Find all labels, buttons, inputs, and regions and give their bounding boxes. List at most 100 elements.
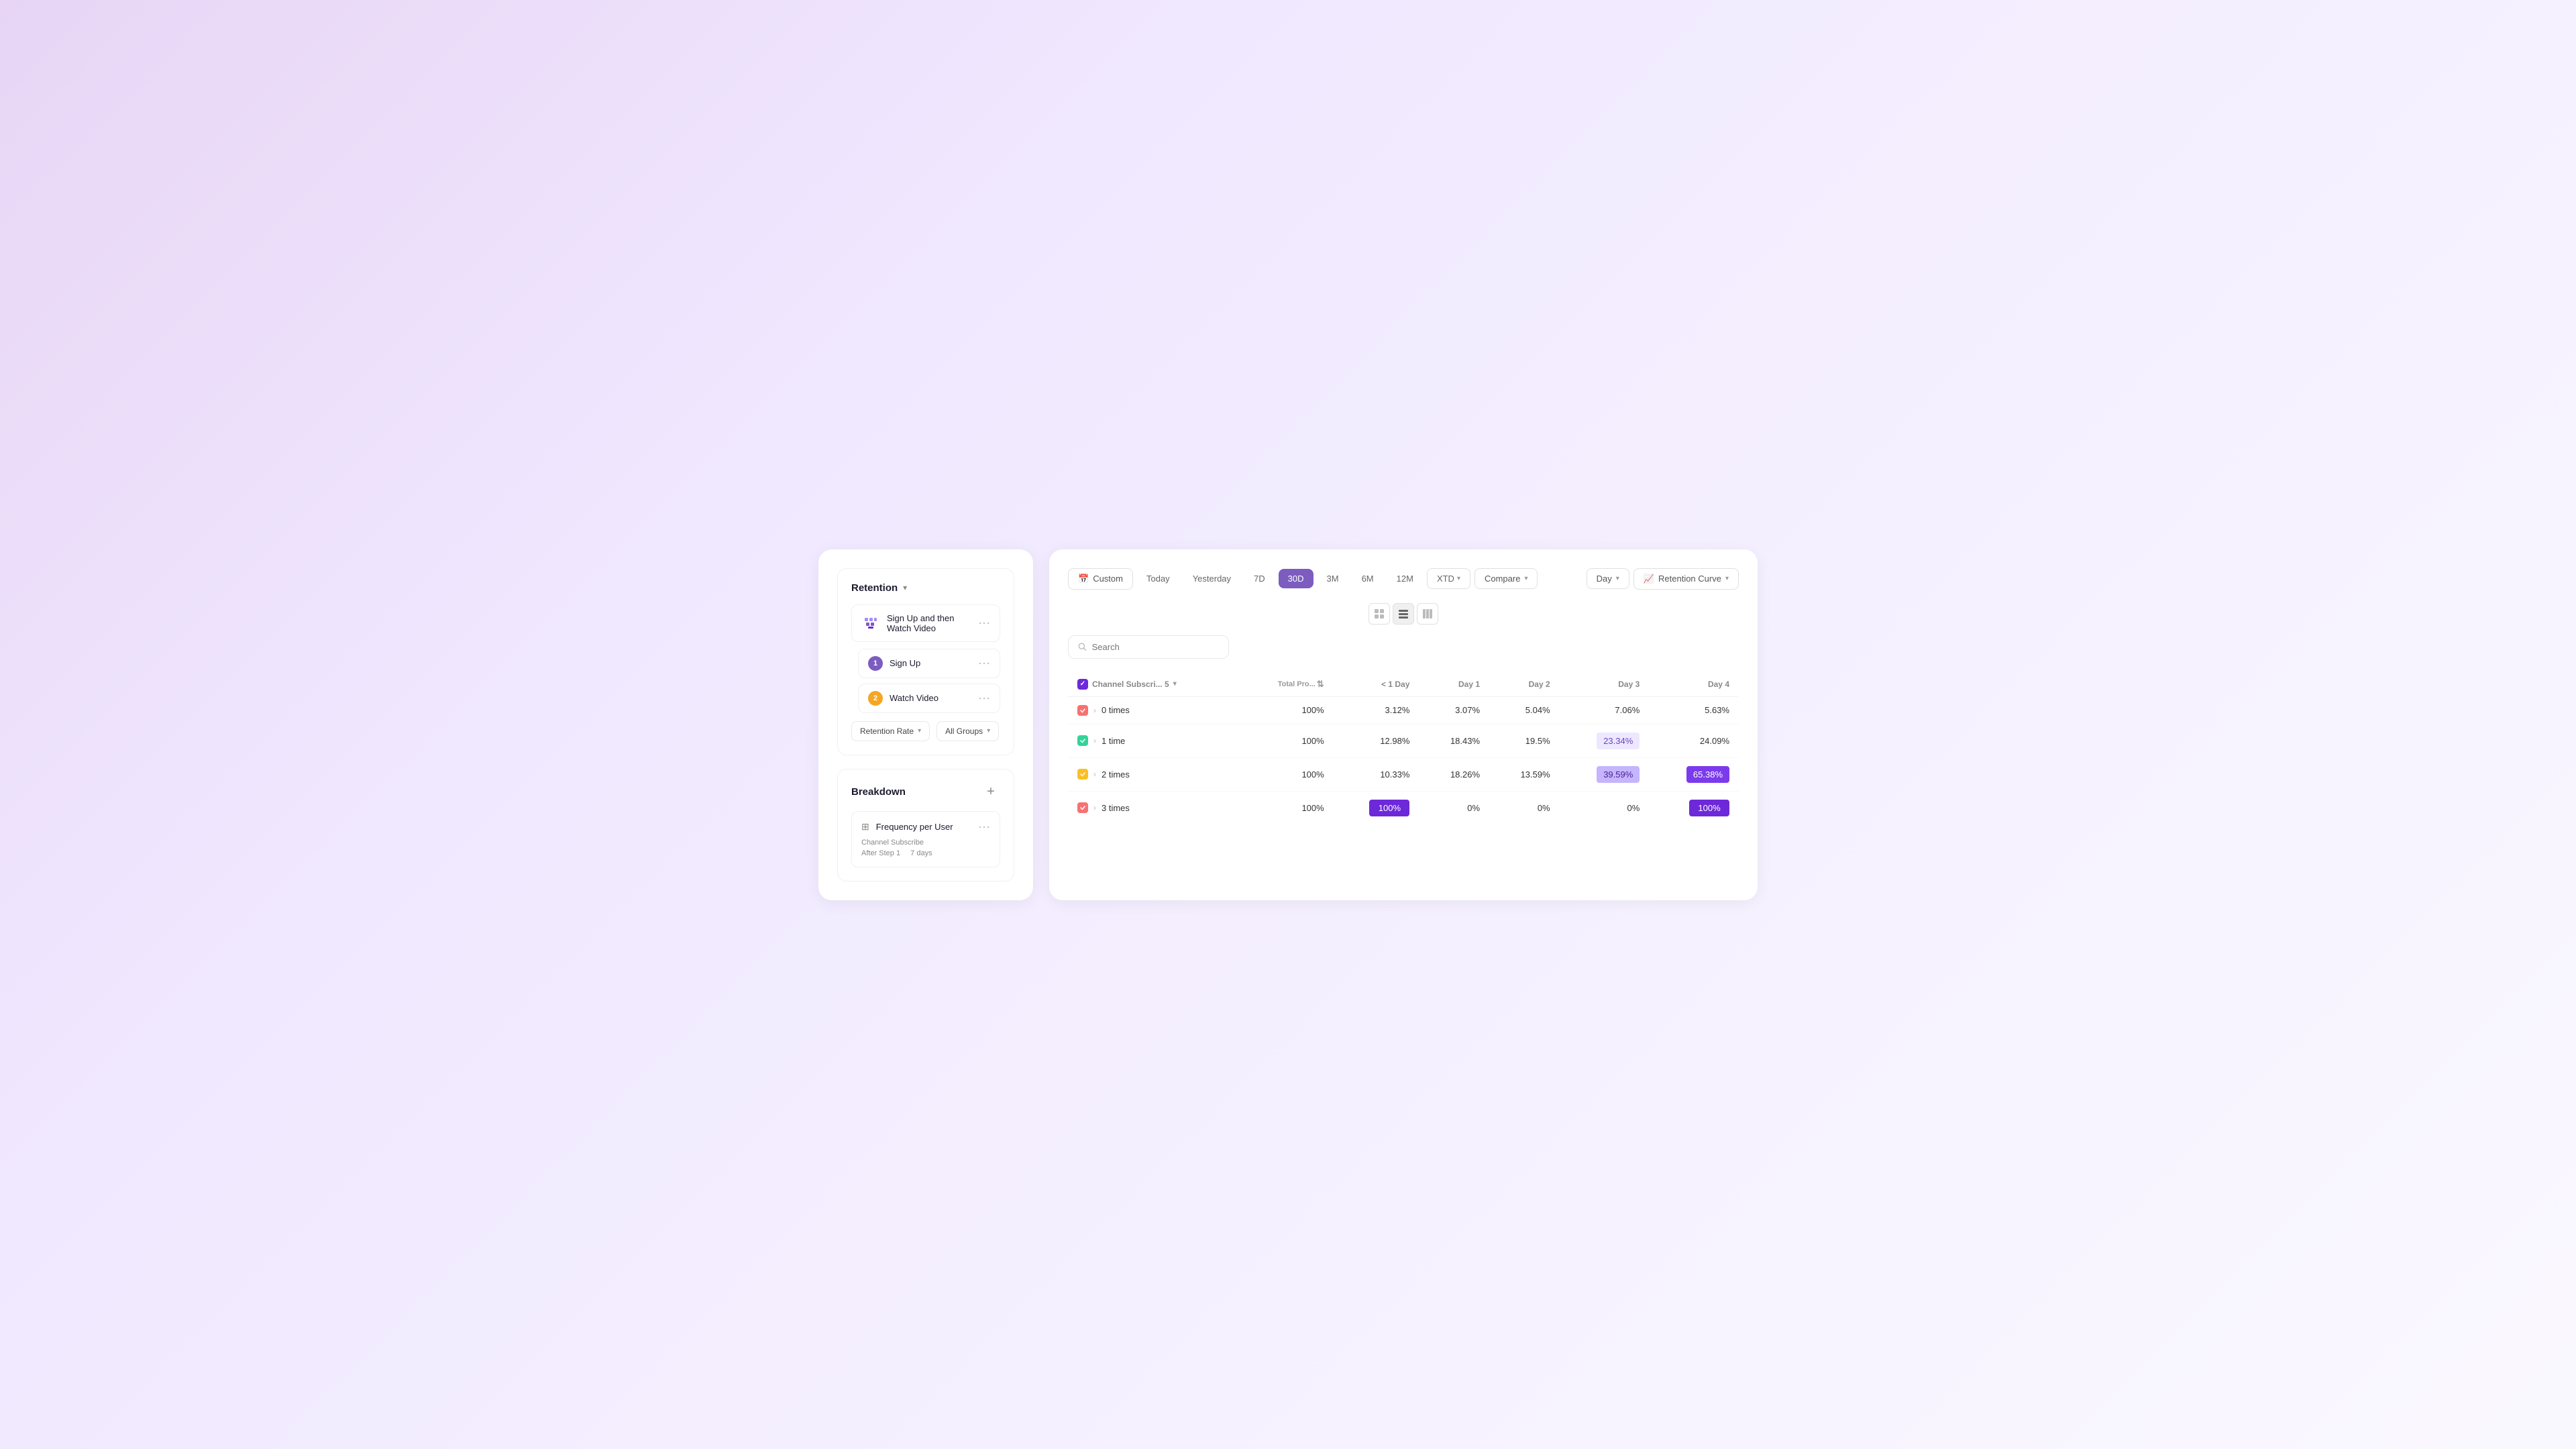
day-chevron-icon: ▾ [1616,575,1619,582]
row-3-day0: 100% [1334,791,1419,824]
row-2-label: 2 times [1102,769,1130,780]
time-filter-bar: 📅 Custom Today Yesterday 7D 30D 3M 6M 12… [1068,568,1739,590]
all-groups-chevron-icon: ▾ [987,727,990,735]
table-row: › 2 times 100% 10.33% 18.26% 13.59% 39.5… [1068,757,1739,791]
view-md-button[interactable] [1393,603,1414,625]
day3-col-header: Day 3 [1560,672,1650,697]
row-1-day3: 23.34% [1560,724,1650,757]
table-row: › 3 times 100% 100% 0% 0% 0% 100% [1068,791,1739,824]
step-2-number: 2 [868,691,883,706]
step-1-item: 1 Sign Up ⋯ [858,649,1000,678]
row-3-day2: 0% [1489,791,1560,824]
highlight-cell: 65.38% [1686,766,1729,783]
row-3-day1: 0% [1419,791,1489,824]
row-3-checkbox[interactable] [1077,802,1088,813]
day-label: Day [1597,574,1612,584]
header-checkbox[interactable]: ✓ [1077,679,1088,690]
funnel-label: Sign Up and then Watch Video [887,613,971,633]
search-bar[interactable] [1068,635,1229,659]
highlight-cell: 23.34% [1597,733,1640,749]
row-0-checkbox[interactable] [1077,705,1088,716]
step-1-more-button[interactable]: ⋯ [978,657,990,669]
channel-col-chevron[interactable]: ▾ [1173,680,1177,688]
row-2-day0: 10.33% [1334,757,1419,791]
day4-col-header: Day 4 [1649,672,1739,697]
breakdown-after-label: After Step 1 [861,849,900,857]
step-2-more-button[interactable]: ⋯ [978,692,990,704]
add-breakdown-button[interactable]: + [981,783,1000,802]
table-row: › 1 time 100% 12.98% 18.43% 19.5% 23.34%… [1068,724,1739,757]
row-1-expand[interactable]: › [1093,736,1096,745]
breakdown-days-label: 7 days [910,849,932,857]
breakdown-title: Breakdown [851,786,906,798]
retention-chevron-icon[interactable]: ▾ [903,583,907,592]
compare-button[interactable]: Compare ▾ [1474,568,1538,589]
30d-button[interactable]: 30D [1279,569,1313,588]
row-1-day0: 12.98% [1334,724,1419,757]
row-indicator: › 1 time [1077,735,1230,746]
7d-button[interactable]: 7D [1244,569,1275,588]
custom-label: Custom [1093,574,1123,584]
breakdown-item-icon: ⊞ [861,821,869,833]
retention-title: Retention [851,582,898,594]
row-0-expand[interactable]: › [1093,706,1096,715]
curve-icon: 📈 [1644,574,1654,584]
step-2-label: Watch Video [890,693,971,703]
row-1-checkbox[interactable] [1077,735,1088,746]
view-toggle [1068,603,1739,625]
row-0-total: 100% [1239,696,1334,724]
row-1-day1: 18.43% [1419,724,1489,757]
custom-button[interactable]: 📅 Custom [1068,568,1133,590]
row-1-day4: 24.09% [1649,724,1739,757]
6m-button[interactable]: 6M [1352,569,1383,588]
total-sort-icon[interactable]: Total Pro... ⇅ [1278,679,1324,690]
highlight-cell: 39.59% [1597,766,1640,783]
row-2-day1: 18.26% [1419,757,1489,791]
row-1-day2: 19.5% [1489,724,1560,757]
search-input[interactable] [1092,642,1219,652]
all-groups-label: All Groups [945,727,983,736]
row-1-label: 1 time [1102,736,1125,746]
3m-button[interactable]: 3M [1318,569,1348,588]
row-0-day3: 7.06% [1560,696,1650,724]
day0-col-header: < 1 Day [1334,672,1419,697]
row-3-expand[interactable]: › [1093,803,1096,812]
view-sm-button[interactable] [1368,603,1390,625]
xtd-button[interactable]: XTD▾ [1427,568,1470,589]
row-2-expand[interactable]: › [1093,769,1096,779]
retention-rate-label: Retention Rate [860,727,914,736]
today-button[interactable]: Today [1137,569,1179,588]
step-1-number: 1 [868,656,883,671]
day2-col-header: Day 2 [1489,672,1560,697]
row-2-total: 100% [1239,757,1334,791]
view-lg-button[interactable] [1417,603,1438,625]
row-0-day0: 3.12% [1334,696,1419,724]
row-0-day1: 3.07% [1419,696,1489,724]
funnel-item[interactable]: Sign Up and then Watch Video ⋯ [851,604,1000,642]
row-0-day4: 5.63% [1649,696,1739,724]
funnel-icon [861,614,880,633]
left-panel: Retention ▾ Sign Up and then Watch Video [818,549,1033,900]
compare-chevron-icon: ▾ [1524,575,1527,582]
row-3-label: 3 times [1102,803,1130,813]
step-1-label: Sign Up [890,658,971,668]
row-0-label: 0 times [1102,705,1130,715]
breakdown-more-button[interactable]: ⋯ [978,821,990,833]
day-button[interactable]: Day ▾ [1587,568,1629,589]
curve-label: Retention Curve [1658,574,1721,584]
filter-row: Retention Rate ▾ All Groups ▾ [851,721,1000,741]
12m-button[interactable]: 12M [1387,569,1423,588]
row-0-day2: 5.04% [1489,696,1560,724]
retention-rate-chevron-icon: ▾ [918,727,921,735]
row-2-day3: 39.59% [1560,757,1650,791]
yesterday-button[interactable]: Yesterday [1183,569,1240,588]
retention-rate-filter[interactable]: Retention Rate ▾ [851,721,930,741]
steps-container: 1 Sign Up ⋯ 2 Watch Video ⋯ [851,649,1000,713]
row-2-checkbox[interactable] [1077,769,1088,780]
all-groups-filter[interactable]: All Groups ▾ [936,721,999,741]
retention-curve-button[interactable]: 📈 Retention Curve ▾ [1633,568,1739,590]
row-indicator: › 3 times [1077,802,1230,813]
breakdown-card: Breakdown + ⊞ Frequency per User ⋯ Chann… [837,769,1014,881]
highlight-cell: 100% [1369,800,1409,816]
funnel-more-button[interactable]: ⋯ [978,617,990,629]
